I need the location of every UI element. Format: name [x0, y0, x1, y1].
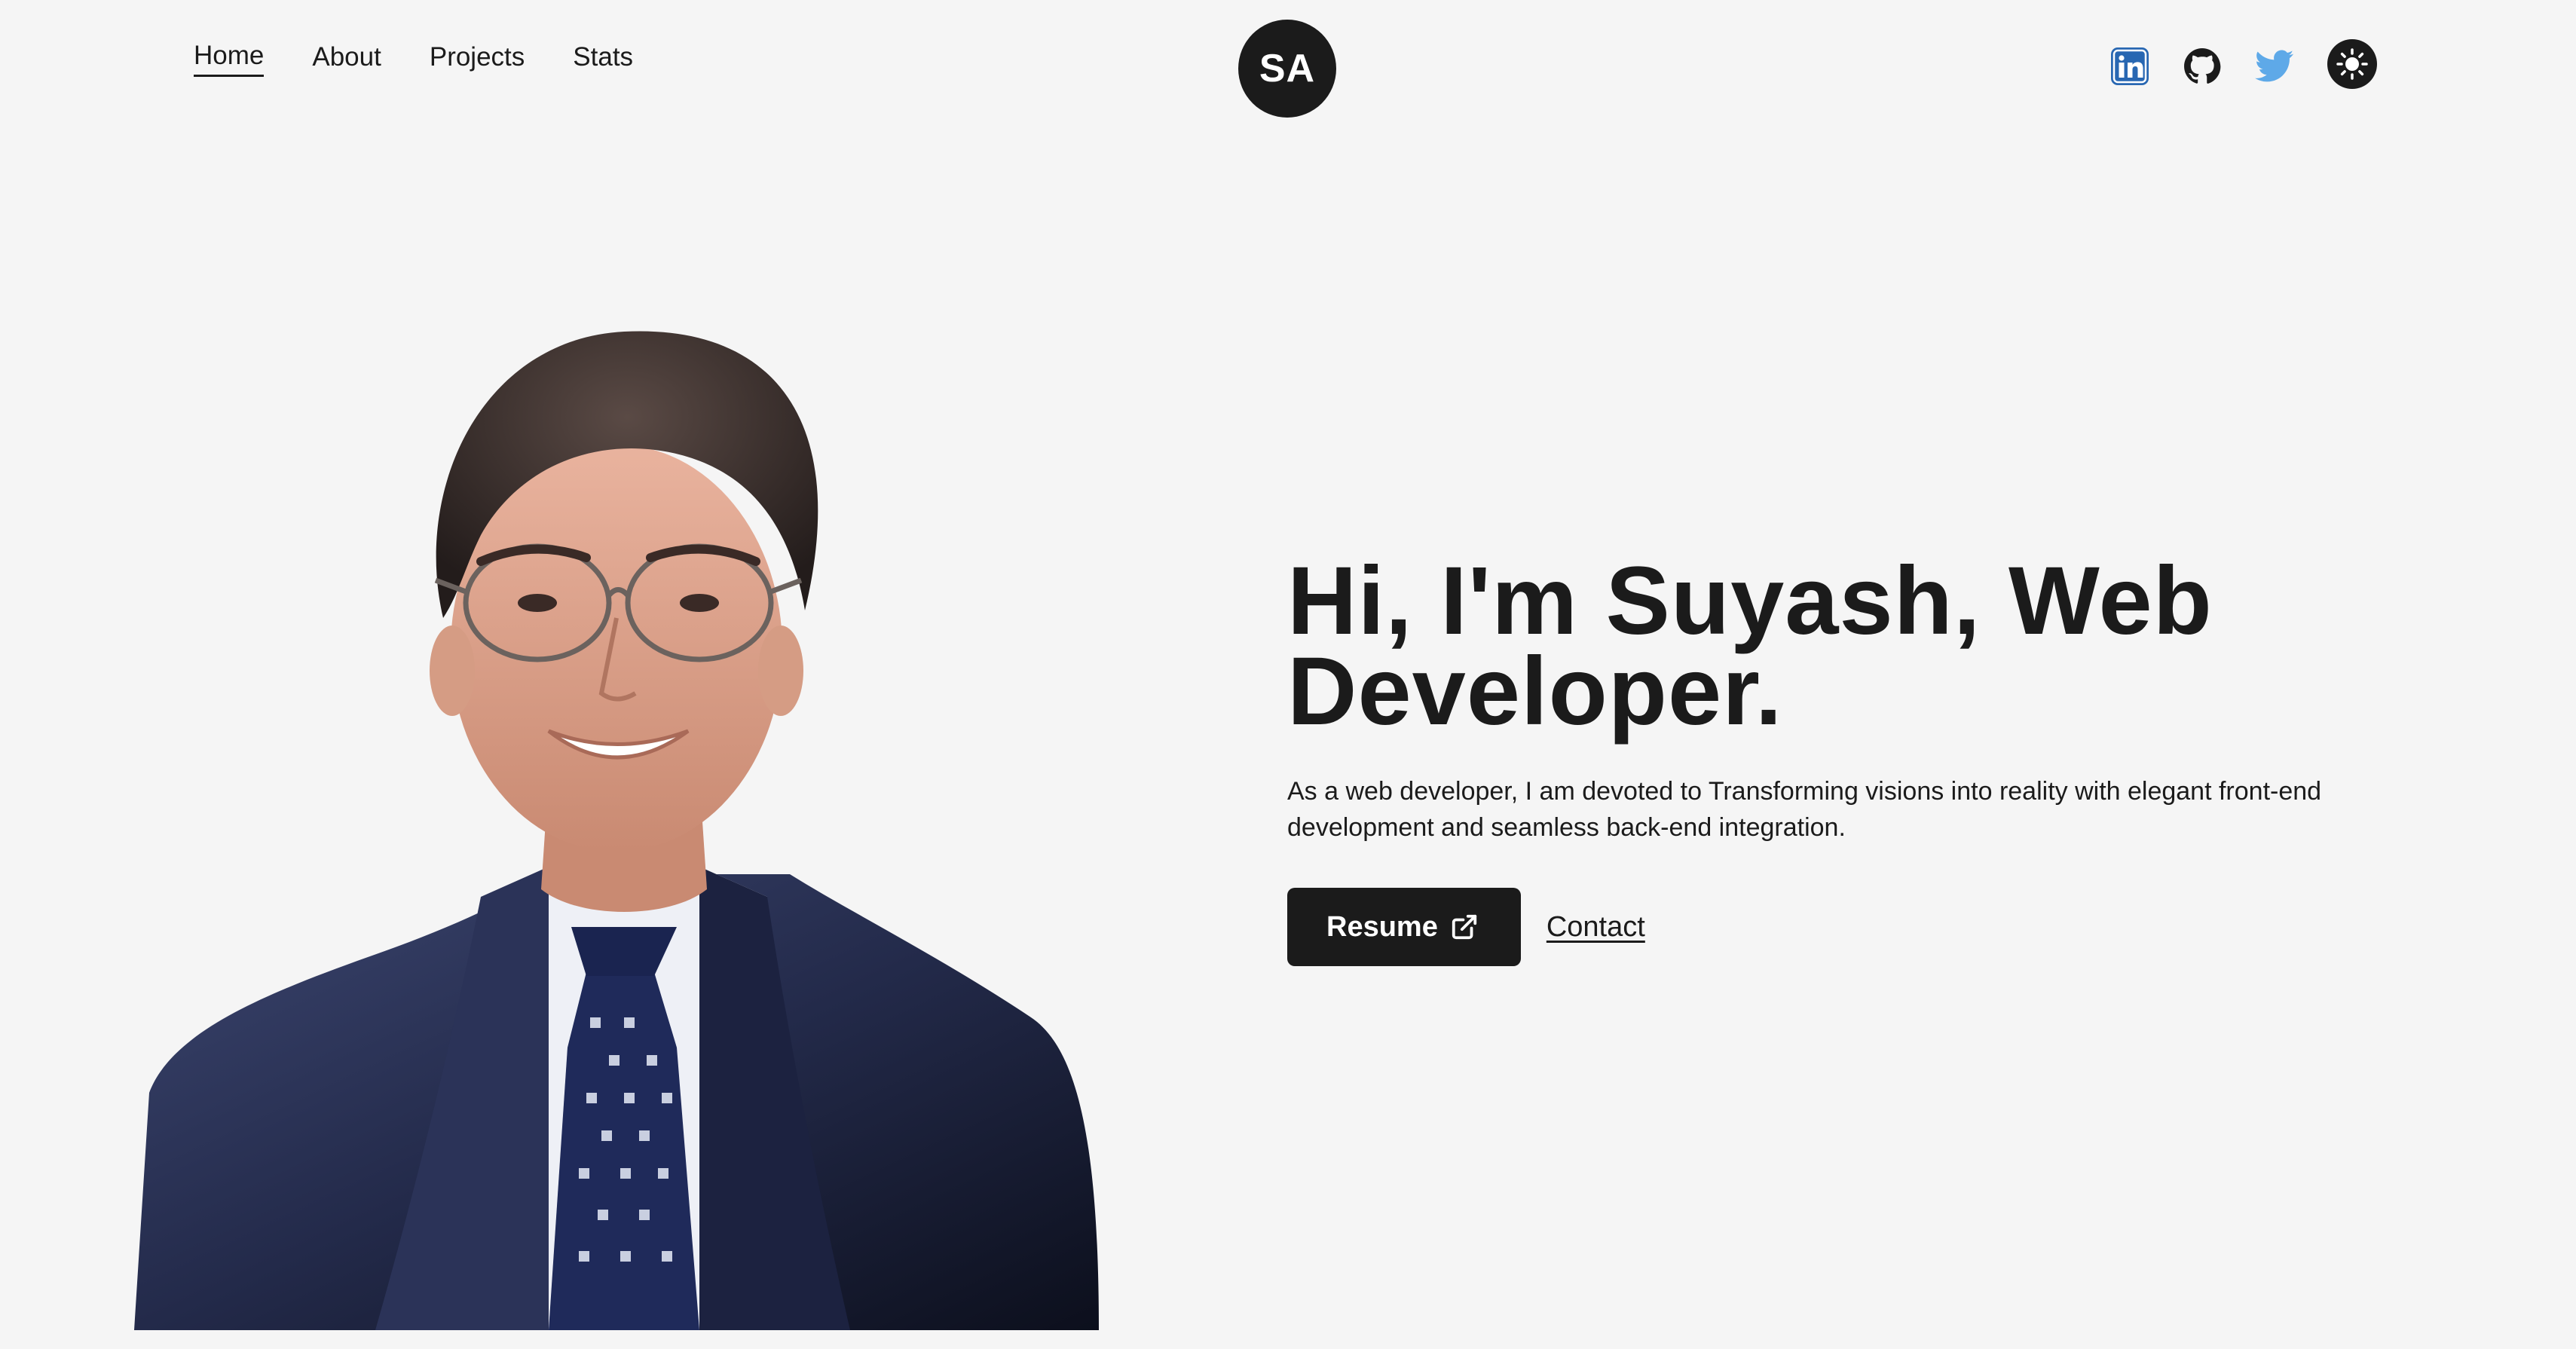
- resume-button-label: Resume: [1326, 910, 1438, 943]
- hero-title: Hi, I'm Suyash, Web Developer.: [1287, 547, 2213, 745]
- social-links: [2110, 39, 2377, 89]
- sun-icon: [2336, 48, 2368, 80]
- theme-toggle-button[interactable]: [2327, 39, 2377, 89]
- resume-button[interactable]: Resume: [1287, 888, 1521, 966]
- external-link-icon: [1452, 914, 1476, 940]
- hero-description: As a web developer, I am devoted to Tran…: [1287, 777, 2322, 842]
- logo-avatar[interactable]: SA: [1238, 20, 1336, 118]
- nav-projects[interactable]: Projects: [430, 44, 525, 76]
- hero-actions: Resume Contact: [1287, 888, 2463, 966]
- linkedin-icon[interactable]: [2110, 47, 2149, 86]
- nav-stats[interactable]: Stats: [573, 44, 633, 76]
- profile-portrait: [134, 331, 1099, 1330]
- nav-about[interactable]: About: [312, 44, 381, 76]
- github-icon[interactable]: [2183, 47, 2222, 86]
- contact-link[interactable]: Contact: [1547, 911, 1645, 944]
- main-nav: Home About Projects Stats: [194, 42, 633, 77]
- twitter-icon[interactable]: [2255, 47, 2294, 86]
- nav-home[interactable]: Home: [194, 42, 265, 77]
- hero-section: Hi, I'm Suyash, Web Developer. As a web …: [1287, 547, 2463, 966]
